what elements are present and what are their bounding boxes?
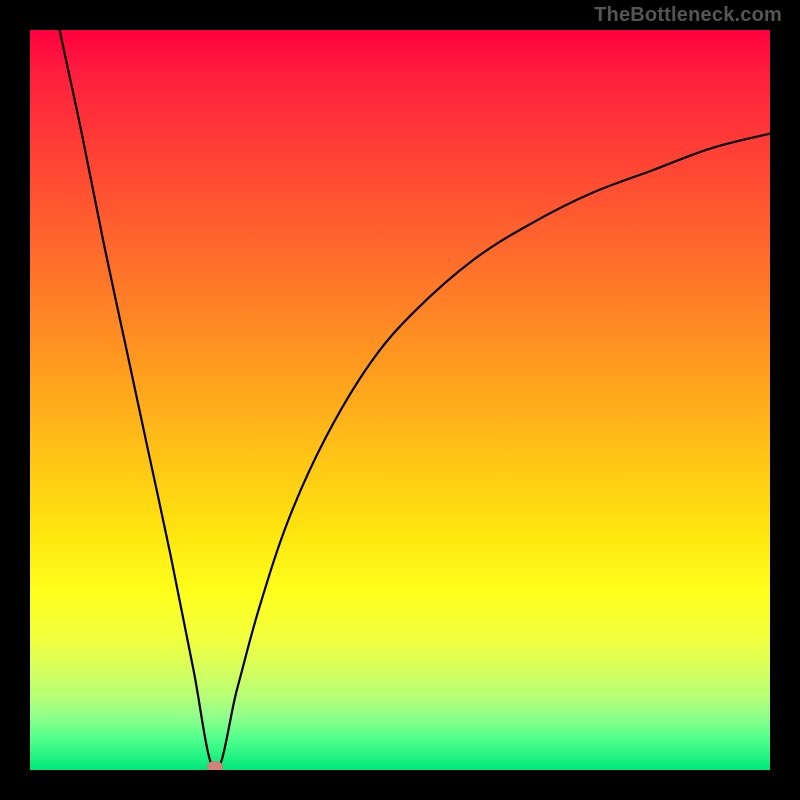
minimum-marker — [207, 761, 223, 770]
curve-svg — [30, 30, 770, 770]
chart-frame: TheBottleneck.com — [0, 0, 800, 800]
watermark-text: TheBottleneck.com — [594, 4, 782, 27]
bottleneck-curve-path — [60, 30, 770, 770]
plot-area — [30, 30, 770, 770]
